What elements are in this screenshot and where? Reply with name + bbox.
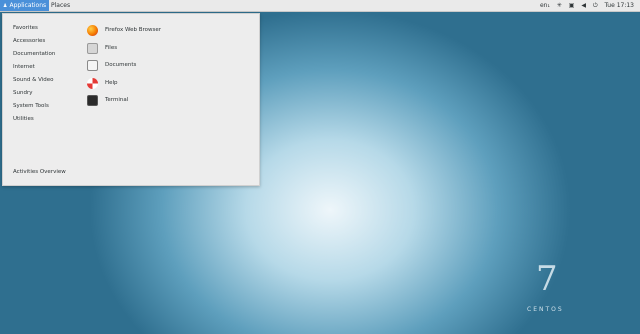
- top-bar: ♟ Applications Places en₁ ✳ ▣ ◀ ⏻ Tue 17:…: [0, 0, 640, 12]
- app-label: Firefox Web Browser: [105, 27, 161, 33]
- files-icon: [87, 42, 98, 54]
- volume-icon[interactable]: ◀: [581, 0, 586, 11]
- category-sundry[interactable]: Sundry: [13, 90, 32, 96]
- centos-logo-number: 7: [536, 259, 558, 299]
- category-documentation[interactable]: Documentation: [13, 51, 55, 57]
- firefox-icon: [87, 24, 98, 36]
- category-accessories[interactable]: Accessories: [13, 38, 45, 44]
- app-label: Documents: [105, 62, 137, 68]
- places-menu-button[interactable]: Places: [48, 0, 73, 11]
- terminal-icon: [87, 94, 98, 106]
- keyboard-layout-indicator[interactable]: en₁: [540, 0, 550, 11]
- help-icon: [87, 77, 98, 89]
- applications-menu-button[interactable]: ♟ Applications: [0, 0, 50, 11]
- app-firefox[interactable]: Firefox Web Browser: [87, 24, 161, 36]
- activities-overview-link[interactable]: Activities Overview: [13, 169, 66, 175]
- app-help[interactable]: Help: [87, 77, 118, 89]
- clock[interactable]: Tue 17:13: [605, 0, 634, 11]
- app-label: Help: [105, 80, 118, 86]
- system-tray: en₁ ✳ ▣ ◀ ⏻ Tue 17:13: [535, 0, 634, 11]
- app-terminal[interactable]: Terminal: [87, 94, 128, 106]
- centos-logo-text: CENTOS: [527, 306, 564, 313]
- app-label: Files: [105, 45, 118, 51]
- app-files[interactable]: Files: [87, 42, 117, 54]
- applications-icon: ♟: [3, 3, 8, 9]
- category-system-tools[interactable]: System Tools: [13, 103, 49, 109]
- documents-icon: [87, 59, 98, 71]
- power-icon[interactable]: ⏻: [593, 0, 598, 11]
- category-sound-video[interactable]: Sound & Video: [13, 77, 54, 83]
- accessibility-icon[interactable]: ✳: [557, 0, 562, 11]
- applications-menu-panel: Favorites Accessories Documentation Inte…: [2, 13, 260, 186]
- network-icon[interactable]: ▣: [569, 0, 575, 11]
- category-internet[interactable]: Internet: [13, 64, 35, 70]
- app-label: Terminal: [105, 97, 129, 103]
- applications-label: Applications: [9, 2, 47, 9]
- category-utilities[interactable]: Utilities: [13, 116, 34, 122]
- category-favorites[interactable]: Favorites: [13, 25, 38, 31]
- app-documents[interactable]: Documents: [87, 59, 136, 71]
